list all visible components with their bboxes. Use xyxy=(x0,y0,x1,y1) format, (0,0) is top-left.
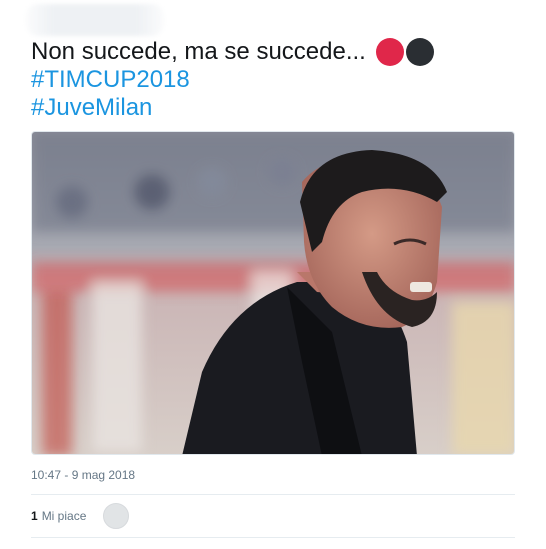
tweet-line-1: Non succede, ma se succede... xyxy=(31,38,521,66)
likes-row[interactable]: 1 Mi piace xyxy=(31,503,130,529)
black-circle-emoji-icon xyxy=(405,38,434,66)
photo-illustration xyxy=(32,132,514,454)
likes-label: Mi piace xyxy=(41,509,87,523)
red-circle-emoji-icon xyxy=(375,38,404,66)
tweet-photo[interactable] xyxy=(31,131,515,455)
tweet-line-3: #JuveMilan xyxy=(31,94,521,122)
tweet-line-2: #TIMCUP2018 xyxy=(31,66,521,94)
divider-bottom xyxy=(31,537,515,538)
divider-top xyxy=(31,494,515,495)
likes-count: 1 xyxy=(31,509,38,523)
hashtag-juvemilan-link[interactable]: #JuveMilan xyxy=(31,94,152,122)
tweet-text-line1: Non succede, ma se succede... xyxy=(31,38,366,65)
tweet-text: Non succede, ma se succede... #TIMCUP201… xyxy=(31,38,521,122)
liker-avatar[interactable] xyxy=(103,503,130,529)
hashtag-timcup2018-link[interactable]: #TIMCUP2018 xyxy=(31,66,190,94)
blurred-account-header xyxy=(26,4,164,36)
tweet-timestamp-link[interactable]: 10:47 - 9 mag 2018 xyxy=(31,468,135,482)
